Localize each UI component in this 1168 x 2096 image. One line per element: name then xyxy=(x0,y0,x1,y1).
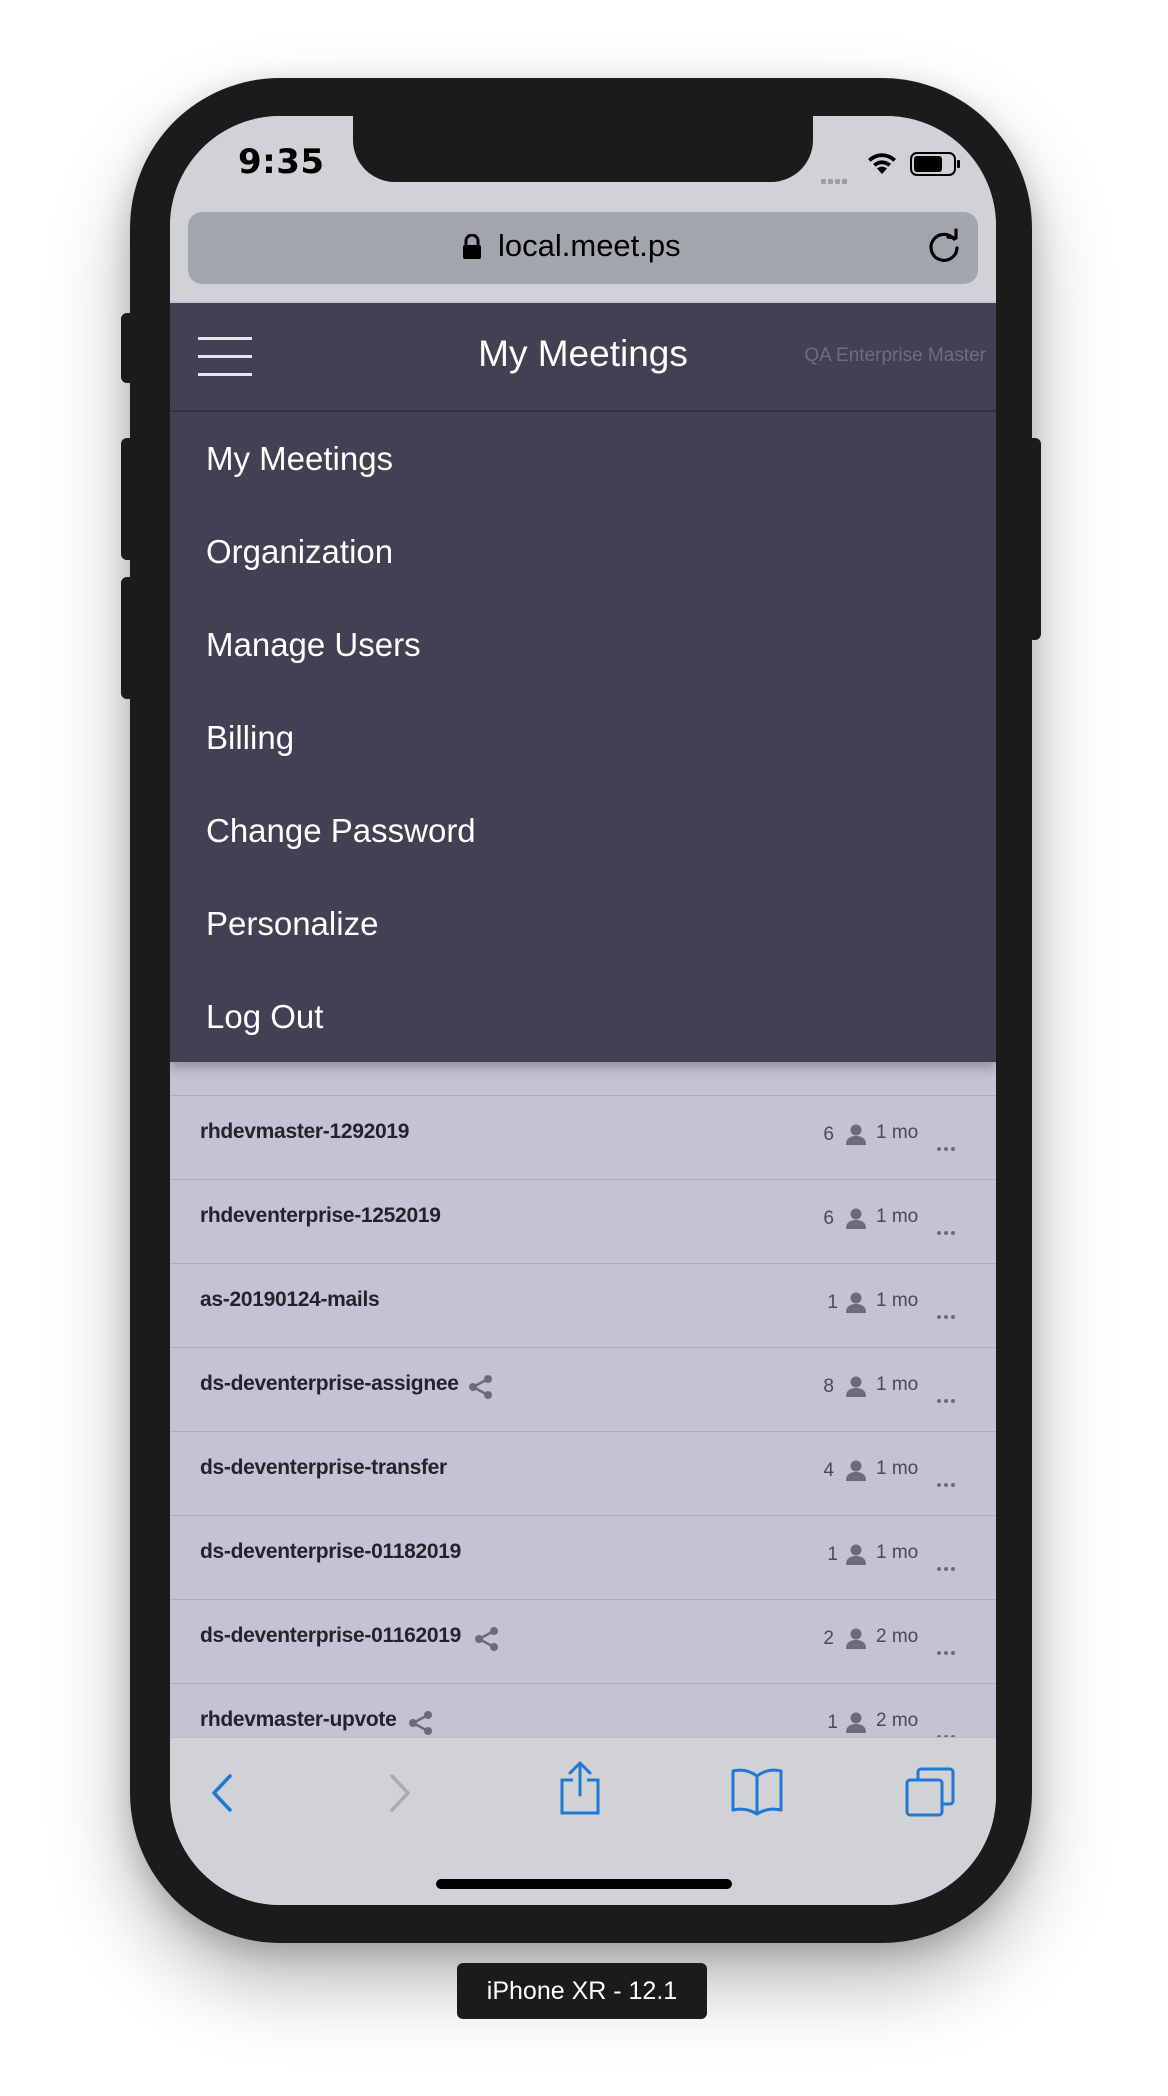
meeting-name: rhdeventerprise-1252019 xyxy=(200,1204,441,1227)
menu-item-change-password[interactable]: Change Password xyxy=(206,812,476,850)
meeting-row[interactable]: ds-deventerprise-01162019 2 2 mo xyxy=(170,1600,996,1684)
participant-count: 1 xyxy=(827,1292,838,1313)
menu-item-log-out[interactable]: Log Out xyxy=(206,998,323,1036)
meeting-name: rhdevmaster-1292019 xyxy=(200,1120,410,1143)
meeting-name: ds-deventerprise-transfer xyxy=(200,1456,447,1479)
cellular-signal-icon xyxy=(821,169,849,188)
meeting-row[interactable]: ds-deventerprise-transfer 4 1 mo xyxy=(170,1432,996,1516)
meeting-row[interactable]: as-20190124-mails 1 1 mo xyxy=(170,1264,996,1348)
nav-menu: My Meetings Organization Manage Users Bi… xyxy=(170,412,996,1062)
meeting-age: 1 mo xyxy=(876,1458,919,1479)
status-bar: 9:35 xyxy=(170,116,996,206)
meeting-name: as-20190124-mails xyxy=(200,1288,380,1311)
reload-icon[interactable] xyxy=(924,226,964,270)
participant-count: 4 xyxy=(823,1460,834,1481)
participant-count: 8 xyxy=(823,1376,834,1397)
lock-icon xyxy=(462,233,482,264)
share-sheet-icon[interactable] xyxy=(558,1760,602,1820)
person-icon xyxy=(845,1292,867,1318)
home-indicator xyxy=(436,1879,732,1889)
meeting-row[interactable]: ds-deventerprise-assignee 8 1 mo xyxy=(170,1348,996,1432)
status-time: 9:35 xyxy=(238,142,325,182)
menu-item-organization[interactable]: Organization xyxy=(206,533,393,571)
meeting-age: 1 mo xyxy=(876,1290,919,1311)
more-options-icon[interactable] xyxy=(937,1724,959,1739)
tabs-icon[interactable] xyxy=(904,1766,956,1822)
person-icon xyxy=(845,1376,867,1402)
meeting-name: rhdevmaster-upvote xyxy=(200,1708,397,1731)
meeting-age: 1 mo xyxy=(876,1542,919,1563)
device-screen: 9:35 local.meet.ps My Meetings QA Enterp… xyxy=(170,116,996,1905)
meeting-age: 2 mo xyxy=(876,1626,919,1647)
person-icon xyxy=(845,1208,867,1234)
person-icon xyxy=(845,1544,867,1570)
more-options-icon[interactable] xyxy=(937,1472,959,1487)
meeting-age: 1 mo xyxy=(876,1206,919,1227)
person-icon xyxy=(845,1460,867,1486)
meeting-row[interactable]: rhdeventerprise-1252019 6 1 mo xyxy=(170,1180,996,1264)
more-options-icon[interactable] xyxy=(937,1136,959,1151)
more-options-icon[interactable] xyxy=(937,1304,959,1319)
more-options-icon[interactable] xyxy=(937,1640,959,1655)
participant-count: 6 xyxy=(823,1208,834,1229)
url-text: local.meet.ps xyxy=(498,228,681,263)
meeting-name: ds-deventerprise-01182019 xyxy=(200,1540,461,1563)
back-icon[interactable] xyxy=(204,1768,240,1822)
participant-count: 1 xyxy=(827,1712,838,1733)
menu-item-my-meetings[interactable]: My Meetings xyxy=(206,440,393,478)
more-options-icon[interactable] xyxy=(937,1220,959,1235)
meeting-age: 1 mo xyxy=(876,1374,919,1395)
bookmarks-icon[interactable] xyxy=(730,1766,784,1820)
meeting-name: ds-deventerprise-01162019 xyxy=(200,1624,461,1647)
meeting-row[interactable]: rhdevmaster-1292019 6 1 mo xyxy=(170,1096,996,1180)
battery-icon xyxy=(910,152,962,180)
address-bar[interactable]: local.meet.ps xyxy=(188,212,978,284)
organization-name: QA Enterprise Master xyxy=(804,345,986,366)
menu-item-personalize[interactable]: Personalize xyxy=(206,905,378,943)
device-notch xyxy=(353,116,813,182)
menu-item-billing[interactable]: Billing xyxy=(206,719,294,757)
person-icon xyxy=(845,1628,867,1654)
more-options-icon[interactable] xyxy=(937,1556,959,1571)
app-header: My Meetings QA Enterprise Master xyxy=(170,303,996,412)
participant-count: 1 xyxy=(827,1544,838,1565)
share-icon xyxy=(408,1710,434,1740)
wifi-icon xyxy=(865,150,899,180)
meeting-name: ds-deventerprise-assignee xyxy=(200,1372,459,1395)
person-icon xyxy=(845,1124,867,1150)
menu-item-manage-users[interactable]: Manage Users xyxy=(206,626,421,664)
forward-icon xyxy=(382,1768,418,1822)
meeting-age: 1 mo xyxy=(876,1122,919,1143)
meeting-row[interactable]: ds-deventerprise-01182019 1 1 mo xyxy=(170,1516,996,1600)
share-icon xyxy=(468,1374,494,1404)
device-label: iPhone XR - 12.1 xyxy=(457,1963,707,2019)
person-icon xyxy=(845,1712,867,1738)
meeting-age: 2 mo xyxy=(876,1710,919,1731)
share-icon xyxy=(474,1626,500,1656)
participant-count: 2 xyxy=(823,1628,834,1649)
participant-count: 6 xyxy=(823,1124,834,1145)
more-options-icon[interactable] xyxy=(937,1388,959,1403)
